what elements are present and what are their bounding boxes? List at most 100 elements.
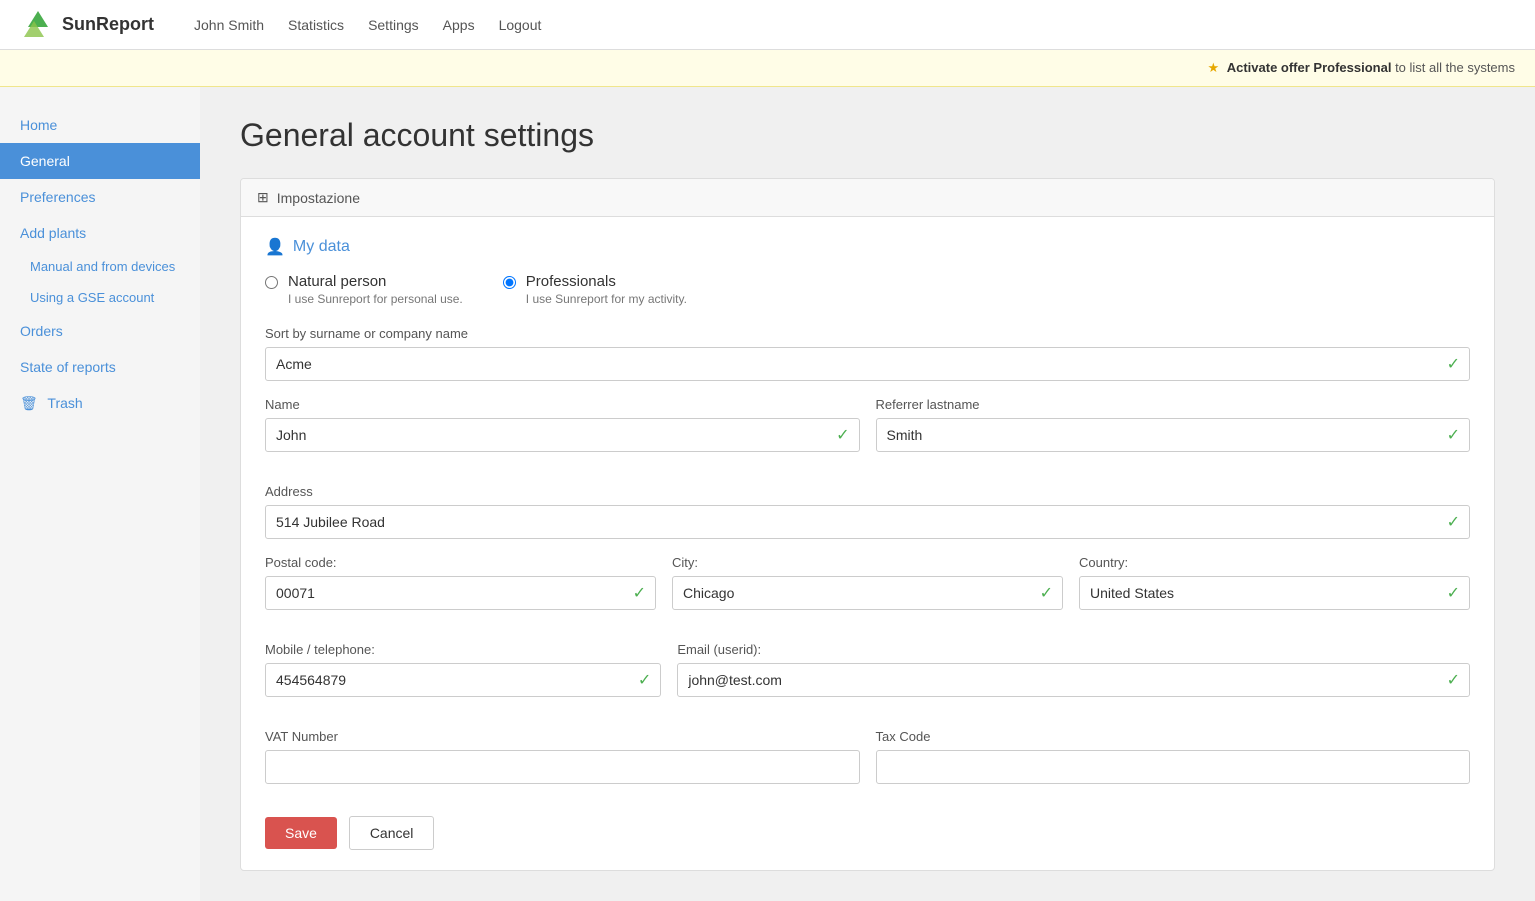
radio-professional[interactable] xyxy=(503,276,516,289)
page-title: General account settings xyxy=(240,117,1495,154)
name-input-wrap: ✓ xyxy=(265,418,860,452)
name-label: Name xyxy=(265,397,860,412)
email-check-icon: ✓ xyxy=(1447,670,1460,690)
sidebar-item-preferences[interactable]: Preferences xyxy=(0,179,200,215)
postal-input-wrap: ✓ xyxy=(265,576,656,610)
sidebar-item-trash[interactable]: 🗑 Trash xyxy=(0,385,200,422)
card-header: ⊞ Impostazione xyxy=(241,179,1494,217)
postal-col: Postal code: ✓ xyxy=(265,555,656,626)
lastname-group: Referrer lastname ✓ xyxy=(876,397,1471,452)
taxcode-input[interactable] xyxy=(876,750,1471,784)
sort-label: Sort by surname or company name xyxy=(265,326,1470,341)
country-group: Country: ✓ xyxy=(1079,555,1470,610)
email-col: Email (userid): ✓ xyxy=(677,642,1470,713)
settings-card: ⊞ Impostazione 👤 My data Natural person … xyxy=(240,178,1495,871)
taxcode-label: Tax Code xyxy=(876,729,1471,744)
city-group: City: ✓ xyxy=(672,555,1063,610)
country-check-icon: ✓ xyxy=(1447,583,1460,603)
vat-col: VAT Number xyxy=(265,729,860,800)
sort-input[interactable] xyxy=(265,347,1470,381)
logo[interactable]: SunReport xyxy=(20,7,154,43)
country-input[interactable] xyxy=(1079,576,1470,610)
vat-input[interactable] xyxy=(265,750,860,784)
location-row: Postal code: ✓ City: ✓ xyxy=(265,555,1470,626)
tax-row: VAT Number Tax Code xyxy=(265,729,1470,800)
email-input-wrap: ✓ xyxy=(677,663,1470,697)
mobile-group: Mobile / telephone: ✓ xyxy=(265,642,661,697)
trash-icon: 🗑 xyxy=(20,395,38,411)
nav-apps[interactable]: Apps xyxy=(443,17,475,33)
sort-input-wrap: ✓ xyxy=(265,347,1470,381)
sidebar-item-manual-devices[interactable]: Manual and from devices xyxy=(0,251,200,282)
sort-check-icon: ✓ xyxy=(1447,354,1460,374)
section-title: 👤 My data xyxy=(265,237,1470,257)
mobile-label: Mobile / telephone: xyxy=(265,642,661,657)
sidebar-item-add-plants[interactable]: Add plants xyxy=(0,215,200,251)
email-input[interactable] xyxy=(677,663,1470,697)
main-nav: John Smith Statistics Settings Apps Logo… xyxy=(194,17,541,33)
card-header-label: Impostazione xyxy=(277,190,360,206)
mobile-col: Mobile / telephone: ✓ xyxy=(265,642,661,713)
country-label: Country: xyxy=(1079,555,1470,570)
name-check-icon: ✓ xyxy=(836,425,849,445)
sidebar-item-orders[interactable]: Orders xyxy=(0,313,200,349)
nav-statistics[interactable]: Statistics xyxy=(288,17,344,33)
cancel-button[interactable]: Cancel xyxy=(349,816,435,850)
nav-john-smith[interactable]: John Smith xyxy=(194,17,264,33)
promo-banner[interactable]: ★ Activate offer Professional to list al… xyxy=(0,50,1535,87)
header: SunReport John Smith Statistics Settings… xyxy=(0,0,1535,50)
logo-text: SunReport xyxy=(62,14,154,35)
save-button[interactable]: Save xyxy=(265,817,337,849)
main-content: General account settings ⊞ Impostazione … xyxy=(200,87,1535,901)
address-label: Address xyxy=(265,484,1470,499)
lastname-check-icon: ✓ xyxy=(1447,425,1460,445)
city-input[interactable] xyxy=(672,576,1063,610)
taxcode-col: Tax Code xyxy=(876,729,1471,800)
user-icon: 👤 xyxy=(265,237,285,257)
lastname-input[interactable] xyxy=(876,418,1471,452)
name-row: Name ✓ Referrer lastname ✓ xyxy=(265,397,1470,468)
sidebar-item-state-reports[interactable]: State of reports xyxy=(0,349,200,385)
address-group: Address ✓ xyxy=(265,484,1470,539)
city-input-wrap: ✓ xyxy=(672,576,1063,610)
address-check-icon: ✓ xyxy=(1447,512,1460,532)
sidebar-item-general[interactable]: General xyxy=(0,143,200,179)
radio-natural-label: Natural person xyxy=(288,273,463,290)
name-col: Name ✓ xyxy=(265,397,860,468)
sidebar: Home General Preferences Add plants Manu… xyxy=(0,87,200,901)
radio-natural-desc: I use Sunreport for personal use. xyxy=(288,292,463,306)
taxcode-group: Tax Code xyxy=(876,729,1471,784)
name-input[interactable] xyxy=(265,418,860,452)
radio-natural-option: Natural person I use Sunreport for perso… xyxy=(265,273,463,306)
nav-logout[interactable]: Logout xyxy=(499,17,542,33)
vat-input-wrap xyxy=(265,750,860,784)
mobile-input[interactable] xyxy=(265,663,661,697)
mobile-input-wrap: ✓ xyxy=(265,663,661,697)
form-buttons: Save Cancel xyxy=(265,816,1470,850)
address-input-wrap: ✓ xyxy=(265,505,1470,539)
city-label: City: xyxy=(672,555,1063,570)
banner-bold: Activate offer Professional xyxy=(1227,60,1392,75)
address-input[interactable] xyxy=(265,505,1470,539)
sidebar-item-gse-account[interactable]: Using a GSE account xyxy=(0,282,200,313)
lastname-col: Referrer lastname ✓ xyxy=(876,397,1471,468)
radio-group: Natural person I use Sunreport for perso… xyxy=(265,273,1470,306)
sidebar-item-home[interactable]: Home xyxy=(0,107,200,143)
postal-group: Postal code: ✓ xyxy=(265,555,656,610)
radio-professional-label: Professionals xyxy=(526,273,687,290)
vat-label: VAT Number xyxy=(265,729,860,744)
card-body: 👤 My data Natural person I use Sunreport… xyxy=(241,217,1494,870)
contact-row: Mobile / telephone: ✓ Email (userid): xyxy=(265,642,1470,713)
lastname-input-wrap: ✓ xyxy=(876,418,1471,452)
email-group: Email (userid): ✓ xyxy=(677,642,1470,697)
radio-natural[interactable] xyxy=(265,276,278,289)
postal-check-icon: ✓ xyxy=(633,583,646,603)
vat-group: VAT Number xyxy=(265,729,860,784)
postal-label: Postal code: xyxy=(265,555,656,570)
grid-icon: ⊞ xyxy=(257,189,269,206)
nav-settings[interactable]: Settings xyxy=(368,17,419,33)
logo-icon xyxy=(20,7,56,43)
star-icon: ★ xyxy=(1207,60,1219,75)
radio-professional-desc: I use Sunreport for my activity. xyxy=(526,292,687,306)
postal-input[interactable] xyxy=(265,576,656,610)
